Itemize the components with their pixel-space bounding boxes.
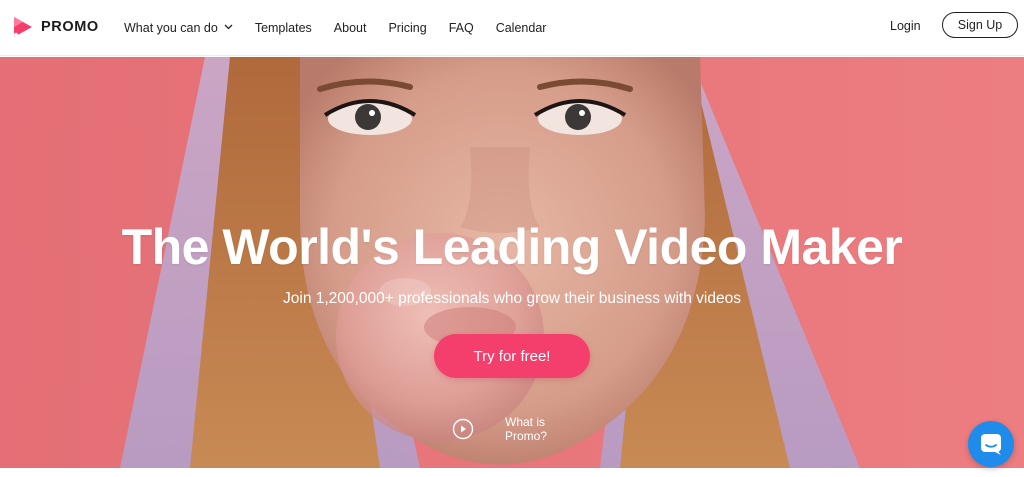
nav-templates[interactable]: Templates [255,21,312,35]
brand-name: PROMO [41,19,99,35]
main-menu: What you can do Templates About Pricing … [124,0,568,56]
nav-about[interactable]: About [334,21,367,35]
hero-subheadline: Join 1,200,000+ professionals who grow t… [283,290,741,307]
brand-logo[interactable]: PROMO [12,15,99,39]
signup-button[interactable]: Sign Up [942,12,1018,38]
nav-pricing[interactable]: Pricing [388,21,426,35]
try-for-free-button[interactable]: Try for free! [434,334,590,378]
chevron-down-icon [224,24,233,30]
what-is-promo-line-1: What is [505,415,546,429]
what-is-promo-video-link[interactable]: What is Promo? [452,415,565,443]
chat-launcher-button[interactable] [968,421,1014,467]
hero-headline: The World's Leading Video Maker [121,219,903,275]
what-is-promo-line-2: Promo? [505,429,548,443]
nav-what-you-can-do-label: What you can do [124,21,218,35]
nav-what-you-can-do[interactable]: What you can do [124,21,233,35]
nav-calendar[interactable]: Calendar [496,21,547,35]
hero-section: The World's Leading Video Maker Join 1,2… [0,57,1024,468]
play-circle-icon [452,418,474,440]
chat-bubble-icon [981,434,1001,455]
what-is-promo-label: What is Promo? [505,415,565,443]
login-link[interactable]: Login [890,19,921,33]
promo-play-logo-icon [13,17,32,38]
nav-faq[interactable]: FAQ [449,21,474,35]
top-navigation: PROMO What you can do Templates About Pr… [0,0,1024,56]
